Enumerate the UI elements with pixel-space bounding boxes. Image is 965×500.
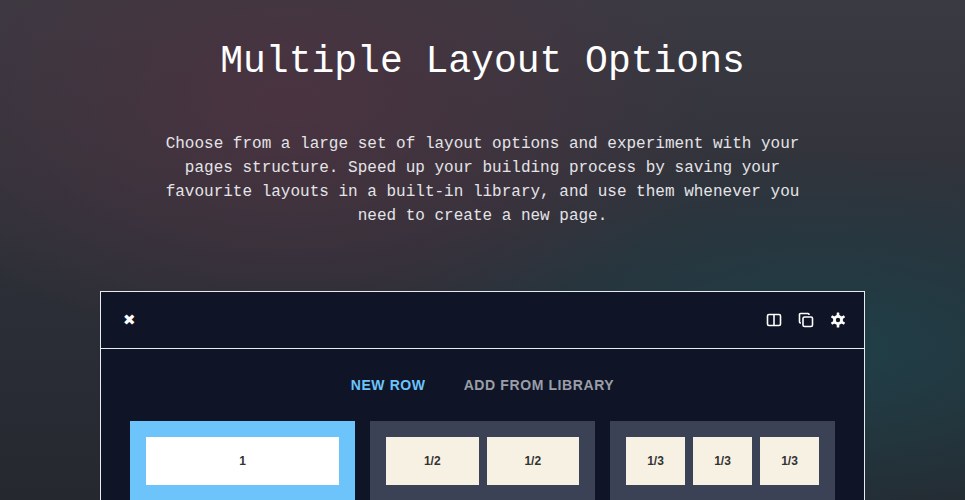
toolbar-icons	[766, 312, 846, 328]
close-icon[interactable]: ✖	[121, 311, 138, 330]
layout-card[interactable]: 1/31/31/3	[610, 421, 835, 500]
layout-panel: ✖NEW ROWADD FROM LIBRARY11/21/21/31/31/3	[100, 291, 865, 500]
columns-icon[interactable]	[766, 312, 782, 328]
layout-column: 1/2	[487, 437, 580, 485]
copy-icon[interactable]	[798, 312, 814, 328]
hero: Multiple Layout Options Choose from a lar…	[0, 0, 965, 228]
tab[interactable]: NEW ROW	[351, 375, 426, 395]
layout-column: 1/3	[693, 437, 752, 485]
layout-grid: 11/21/21/31/31/3	[101, 395, 864, 500]
layout-card[interactable]: 1/21/2	[370, 421, 595, 500]
hero-description: Choose from a large set of layout option…	[158, 132, 808, 228]
tab[interactable]: ADD FROM LIBRARY	[464, 375, 615, 395]
tab-bar: NEW ROW ADD FROM LIBRARY	[101, 349, 864, 395]
layout-card[interactable]: 1	[130, 421, 355, 500]
layout-column: 1/3	[760, 437, 819, 485]
layout-column: 1/3	[626, 437, 685, 485]
layout-column: 1/2	[386, 437, 479, 485]
layout-column: 1	[146, 437, 339, 485]
gear-icon[interactable]	[830, 312, 846, 328]
panel-toolbar: ✖	[101, 292, 864, 349]
hero-title: Multiple Layout Options	[220, 38, 745, 86]
